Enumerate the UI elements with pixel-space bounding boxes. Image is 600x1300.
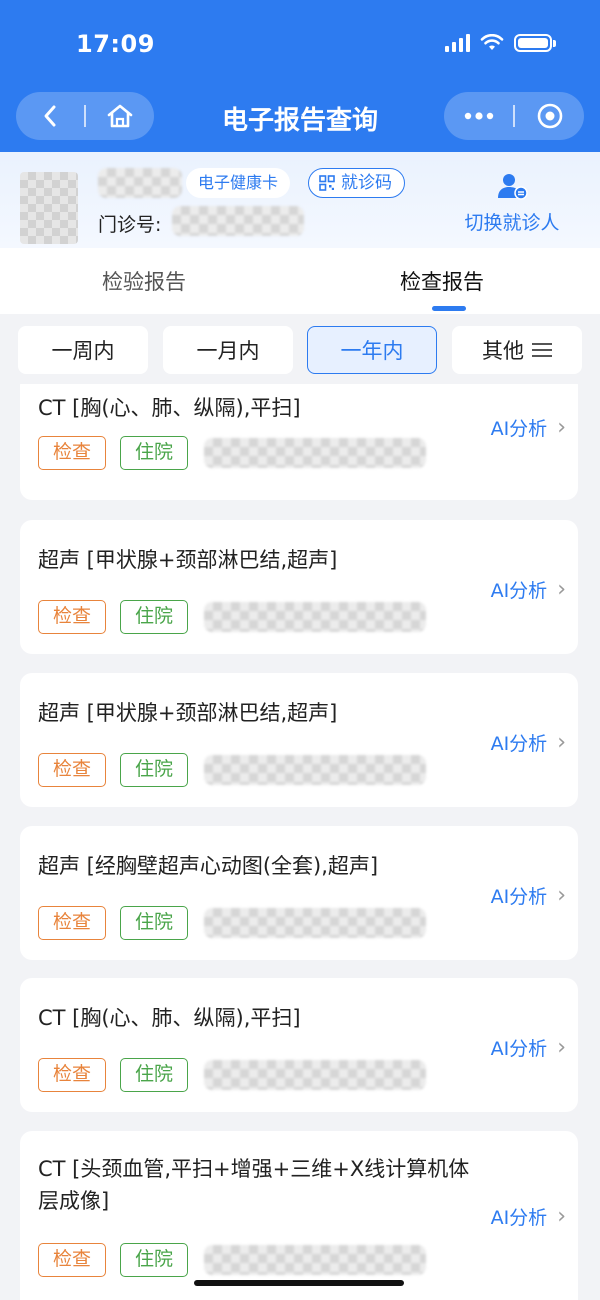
report-card[interactable]: CT [胸(心、肺、纵隔),平扫] 检查 住院 AI分析 › bbox=[20, 978, 578, 1112]
chevron-right-icon: › bbox=[557, 1204, 566, 1229]
health-card-button[interactable]: 电子健康卡 bbox=[186, 168, 291, 198]
ai-analysis-button[interactable]: AI分析 › bbox=[491, 1034, 566, 1061]
tag-exam: 检查 bbox=[38, 1058, 106, 1092]
chevron-right-icon: › bbox=[557, 415, 566, 440]
chevron-right-icon: › bbox=[557, 730, 566, 755]
visit-code-button[interactable]: 就诊码 bbox=[308, 168, 405, 198]
tab-lab-report[interactable]: 检验报告 bbox=[102, 266, 186, 296]
report-card[interactable]: 超声 [甲状腺+颈部淋巴结,超声] 检查 住院 AI分析 › bbox=[20, 673, 578, 807]
tag-inpatient: 住院 bbox=[120, 1058, 188, 1092]
report-date-redacted bbox=[204, 1060, 426, 1090]
report-tabs: 检验报告 检查报告 bbox=[0, 248, 600, 314]
tag-exam: 检查 bbox=[38, 436, 106, 470]
signal-icon bbox=[445, 34, 470, 52]
ai-analysis-label: AI分析 bbox=[490, 580, 548, 602]
visit-code-label: 就诊码 bbox=[341, 172, 392, 193]
tag-exam: 检查 bbox=[38, 906, 106, 940]
report-title: CT [头颈血管,平扫+增强+三维+X线计算机体层成像] bbox=[38, 1157, 470, 1213]
chevron-right-icon: › bbox=[557, 577, 566, 602]
report-card[interactable]: CT [胸(心、肺、纵隔),平扫] 检查 住院 AI分析 › bbox=[20, 384, 578, 500]
wifi-icon bbox=[480, 34, 504, 50]
ai-analysis-button[interactable]: AI分析 › bbox=[491, 576, 566, 603]
ai-analysis-label: AI分析 bbox=[490, 1038, 548, 1060]
filter-other[interactable]: 其他 bbox=[452, 326, 582, 374]
battery-icon bbox=[514, 34, 556, 52]
report-date-redacted bbox=[204, 755, 426, 785]
more-dots-icon bbox=[464, 112, 493, 120]
close-miniprogram-button[interactable] bbox=[515, 92, 584, 140]
report-date-redacted bbox=[204, 908, 426, 938]
report-date-redacted bbox=[204, 1245, 426, 1275]
status-time: 17:09 bbox=[76, 30, 155, 58]
chevron-right-icon: › bbox=[557, 1035, 566, 1060]
more-button[interactable] bbox=[444, 92, 513, 140]
ai-analysis-label: AI分析 bbox=[490, 886, 548, 908]
filter-other-label: 其他 bbox=[482, 339, 524, 363]
ai-analysis-button[interactable]: AI分析 › bbox=[491, 1203, 566, 1230]
report-date-redacted bbox=[204, 602, 426, 632]
ai-analysis-button[interactable]: AI分析 › bbox=[491, 414, 566, 441]
patient-name-redacted bbox=[98, 168, 182, 198]
app-header: 17:09 电子报告查询 bbox=[0, 0, 600, 152]
tag-inpatient: 住院 bbox=[120, 906, 188, 940]
report-title: CT [胸(心、肺、纵隔),平扫] bbox=[38, 396, 301, 420]
outpatient-number-label: 门诊号: bbox=[98, 214, 162, 236]
report-title: 超声 [经胸壁超声心动图(全套),超声] bbox=[38, 854, 379, 878]
ai-analysis-label: AI分析 bbox=[490, 733, 548, 755]
report-card[interactable]: 超声 [甲状腺+颈部淋巴结,超声] 检查 住院 AI分析 › bbox=[20, 520, 578, 654]
filter-one-year[interactable]: 一年内 bbox=[307, 326, 437, 374]
status-icons bbox=[445, 34, 556, 52]
report-title: CT [胸(心、肺、纵隔),平扫] bbox=[38, 1006, 301, 1030]
chevron-right-icon: › bbox=[557, 883, 566, 908]
target-icon bbox=[537, 103, 562, 129]
tag-inpatient: 住院 bbox=[120, 436, 188, 470]
tag-inpatient: 住院 bbox=[120, 1243, 188, 1277]
active-tab-indicator bbox=[432, 306, 466, 311]
filter-one-month[interactable]: 一月内 bbox=[163, 326, 293, 374]
ai-analysis-button[interactable]: AI分析 › bbox=[491, 882, 566, 909]
qr-code-icon bbox=[319, 175, 335, 191]
tag-inpatient: 住院 bbox=[120, 600, 188, 634]
tag-inpatient: 住院 bbox=[120, 753, 188, 787]
report-list: CT [胸(心、肺、纵隔),平扫] 检查 住院 AI分析 › 超声 [甲状腺+颈… bbox=[0, 384, 600, 1300]
ai-analysis-button[interactable]: AI分析 › bbox=[491, 729, 566, 756]
tag-exam: 检查 bbox=[38, 600, 106, 634]
ai-analysis-label: AI分析 bbox=[490, 1207, 548, 1229]
outpatient-number-redacted bbox=[172, 206, 304, 236]
switch-user-icon bbox=[498, 174, 528, 200]
report-card[interactable]: CT [头颈血管,平扫+增强+三维+X线计算机体层成像] 检查 住院 AI分析 … bbox=[20, 1131, 578, 1300]
nav-capsule-right bbox=[444, 92, 584, 140]
time-filter-bar: 一周内 一月内 一年内 其他 bbox=[0, 322, 600, 378]
tag-exam: 检查 bbox=[38, 1243, 106, 1277]
menu-icon bbox=[532, 339, 552, 361]
report-card[interactable]: 超声 [经胸壁超声心动图(全套),超声] 检查 住院 AI分析 › bbox=[20, 826, 578, 960]
home-indicator[interactable] bbox=[194, 1280, 404, 1286]
switch-patient-label: 切换就诊人 bbox=[464, 212, 560, 234]
report-title: 超声 [甲状腺+颈部淋巴结,超声] bbox=[38, 548, 338, 572]
report-title: 超声 [甲状腺+颈部淋巴结,超声] bbox=[38, 701, 338, 725]
tag-exam: 检查 bbox=[38, 753, 106, 787]
ai-analysis-label: AI分析 bbox=[490, 418, 548, 440]
switch-patient-button[interactable]: 切换就诊人 bbox=[456, 172, 568, 235]
report-date-redacted bbox=[204, 438, 426, 468]
filter-one-week[interactable]: 一周内 bbox=[18, 326, 148, 374]
avatar bbox=[20, 172, 78, 244]
tab-exam-report[interactable]: 检查报告 bbox=[400, 266, 484, 296]
